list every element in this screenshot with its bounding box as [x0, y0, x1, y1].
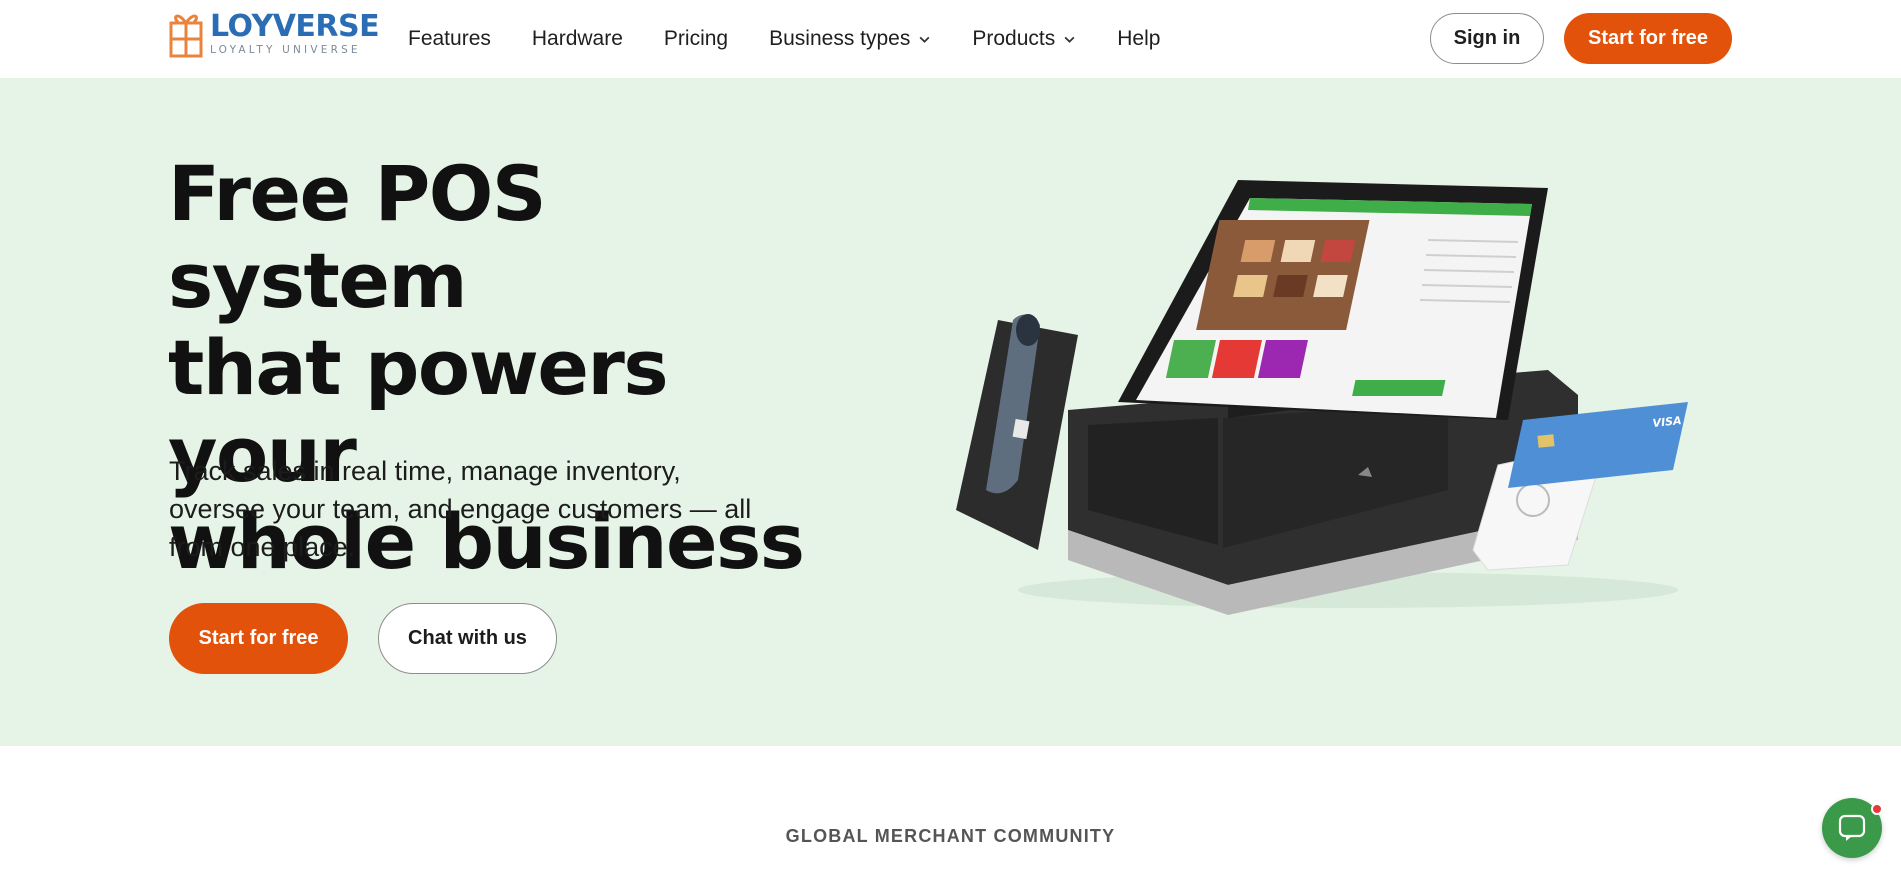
- nav-features-label: Features: [408, 27, 491, 50]
- notification-badge: [1871, 803, 1883, 815]
- nav-products[interactable]: Products: [972, 27, 1076, 51]
- nav-pricing-label: Pricing: [663, 27, 729, 50]
- pos-tablet-image: [1118, 180, 1548, 420]
- header-start-free-button[interactable]: Start for free: [1564, 13, 1732, 64]
- chevron-down-icon: [1064, 36, 1075, 43]
- nav-products-label: Products: [972, 27, 1056, 50]
- hero-start-free-button[interactable]: Start for free: [169, 603, 348, 674]
- nav-hardware-label: Hardware: [531, 27, 623, 50]
- nav-help-label: Help: [1117, 27, 1161, 50]
- nav-help[interactable]: Help: [1117, 27, 1160, 51]
- hero-title-line-1: Free POS system: [168, 149, 547, 325]
- nav-pricing[interactable]: Pricing: [664, 27, 728, 51]
- logo-tagline: LOYALTY UNIVERSE: [210, 44, 361, 56]
- logo[interactable]: LOYVERSE LOYALTY UNIVERSE: [168, 9, 380, 59]
- nav-business-types[interactable]: Business types: [769, 27, 931, 51]
- logo-wordmark: LOYVERSE: [210, 9, 380, 44]
- main-nav: Features Hardware Pricing Business types…: [408, 0, 1201, 78]
- sign-in-button[interactable]: Sign in: [1430, 13, 1544, 64]
- pos-hardware-illustration: VISA: [928, 170, 1708, 620]
- chevron-down-icon: [919, 36, 930, 43]
- site-header: LOYVERSE LOYALTY UNIVERSE Features Hardw…: [0, 0, 1901, 78]
- community-heading: GLOBAL MERCHANT COMMUNITY: [785, 826, 1116, 846]
- nav-hardware[interactable]: Hardware: [532, 27, 623, 51]
- chat-with-us-button[interactable]: Chat with us: [378, 603, 557, 674]
- nav-business-types-label: Business types: [769, 27, 911, 50]
- gift-box-logo-icon: [168, 9, 204, 59]
- barcode-scanner-image: [956, 314, 1078, 550]
- hero-subtitle: Track sales in real time, manage invento…: [169, 456, 752, 562]
- nav-features[interactable]: Features: [408, 27, 491, 51]
- chat-bubble-icon: [1838, 814, 1866, 841]
